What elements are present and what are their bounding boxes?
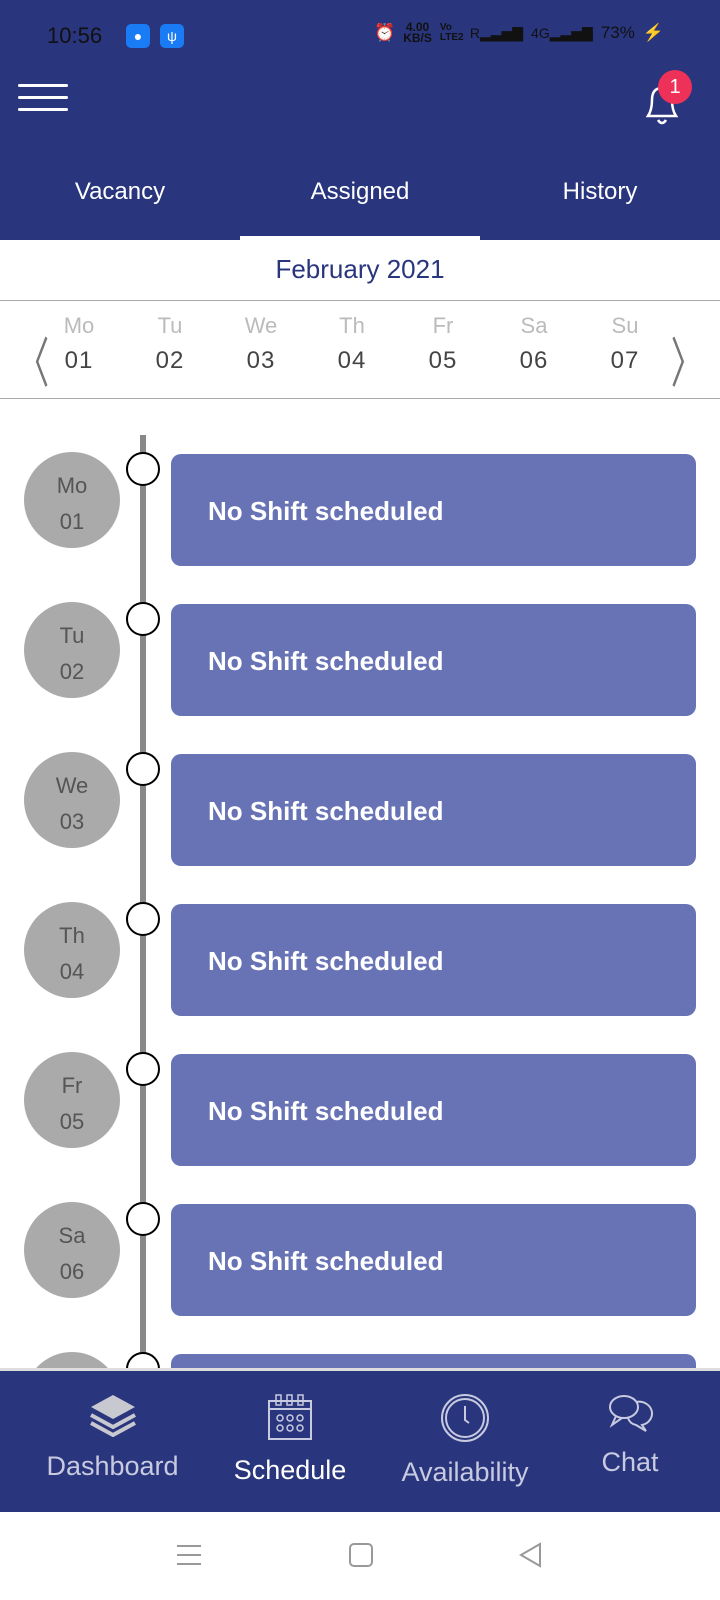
- signal-icon: R▂▃▅▇: [469, 24, 524, 41]
- clock-icon: [441, 1394, 489, 1442]
- usb-icon: ψ: [160, 24, 184, 48]
- alarm-icon: ⏰: [374, 23, 396, 42]
- week-day-name: Th: [339, 313, 365, 338]
- notification-badge: 1: [658, 70, 692, 104]
- timeline-item: Fr 05 No Shift scheduled: [0, 1052, 720, 1167]
- nav-dashboard[interactable]: Dashboard: [20, 1371, 205, 1515]
- tab-vacancy[interactable]: Vacancy: [0, 178, 240, 206]
- back-icon[interactable]: [518, 1542, 544, 1568]
- day-circle-number: 05: [59, 1109, 85, 1134]
- net-speed: 4.00 KB/S: [403, 21, 432, 45]
- timeline-item: Mo 01 No Shift scheduled: [0, 452, 720, 567]
- day-circle: Th 04: [24, 902, 120, 998]
- day-circle-number: 02: [59, 659, 85, 684]
- day-circle-name: We: [55, 773, 89, 798]
- day-circle-name: Mo: [56, 473, 88, 498]
- nav-availability-label: Availability: [401, 1457, 529, 1487]
- next-week-chevron-icon[interactable]: 〉: [671, 319, 703, 398]
- tab-history[interactable]: History: [480, 178, 720, 206]
- timeline-node: [126, 452, 160, 486]
- week-day[interactable]: Mo 01: [44, 313, 114, 375]
- day-circle-number: 03: [59, 809, 85, 834]
- timeline-node: [126, 1202, 160, 1236]
- nav-schedule[interactable]: Schedule: [210, 1371, 370, 1515]
- shift-card[interactable]: No Shift scheduled: [171, 754, 696, 866]
- week-day-number: 07: [610, 347, 640, 374]
- day-circle-name: Th: [59, 923, 85, 948]
- app-header: 1 Vacancy Assigned History: [0, 70, 720, 241]
- week-strip: 〈 〉 Mo 01 Tu 02 We 03 Th 04 Fr 05 Sa 06 Su 07: [0, 301, 720, 399]
- status-time: 10:56: [47, 23, 103, 48]
- shift-card[interactable]: No Shift scheduled: [171, 1204, 696, 1316]
- android-icon: ●: [126, 24, 150, 48]
- week-day-number: 05: [428, 347, 458, 374]
- system-navigation-bar: [0, 1512, 720, 1600]
- timeline-item: Tu 02 No Shift scheduled: [0, 602, 720, 717]
- nav-dashboard-label: Dashboard: [46, 1451, 179, 1481]
- battery-level: 73%: [600, 23, 635, 42]
- speed-unit: KB/S: [403, 31, 432, 45]
- timeline-node: [126, 1052, 160, 1086]
- month-label: February 2021: [0, 240, 720, 301]
- day-circle: Fr 05: [24, 1052, 120, 1148]
- day-circle-number: 01: [59, 509, 85, 534]
- chat-icon: [609, 1395, 653, 1432]
- timeline-node: [126, 752, 160, 786]
- layers-icon: [89, 1395, 136, 1437]
- week-day-number: 04: [337, 347, 367, 374]
- shift-card[interactable]: No Shift scheduled: [171, 604, 696, 716]
- week-day-number: 03: [246, 347, 276, 374]
- week-day[interactable]: Tu 02: [135, 313, 205, 375]
- timeline-node: [126, 602, 160, 636]
- nav-availability[interactable]: Availability: [385, 1371, 545, 1515]
- day-circle: Tu 02: [24, 602, 120, 698]
- week-day-number: 06: [519, 347, 549, 374]
- tab-assigned[interactable]: Assigned: [240, 178, 480, 206]
- day-circle-name: Tu: [59, 623, 85, 648]
- day-circle-name: Fr: [61, 1073, 83, 1098]
- timeline-item: Th 04 No Shift scheduled: [0, 902, 720, 1017]
- shift-card[interactable]: No Shift scheduled: [171, 904, 696, 1016]
- nav-chat-label: Chat: [601, 1447, 659, 1477]
- day-circle-name: Sa: [58, 1223, 86, 1248]
- shift-card[interactable]: No Shift scheduled: [171, 454, 696, 566]
- week-day-number: 02: [155, 347, 185, 374]
- day-circle-number: 06: [59, 1259, 85, 1284]
- signal-4g-icon: 4G▂▃▅▇: [531, 24, 593, 41]
- week-day[interactable]: We 03: [226, 313, 296, 375]
- recent-apps-icon[interactable]: [176, 1542, 202, 1568]
- day-circle: We 03: [24, 752, 120, 848]
- week-day-name: Su: [611, 313, 639, 338]
- timeline-item: We 03 No Shift scheduled: [0, 752, 720, 867]
- volte-indicator: Vo LTE2: [439, 22, 464, 43]
- day-circle: Mo 01: [24, 452, 120, 548]
- week-day-name: Mo: [63, 313, 95, 338]
- bottom-navigation: Dashboard Schedule Availability Chat: [0, 1368, 720, 1512]
- week-day-name: We: [244, 313, 278, 338]
- week-day-name: Sa: [520, 313, 548, 338]
- shift-card[interactable]: No Shift scheduled: [171, 1054, 696, 1166]
- timeline-item: Sa 06 No Shift scheduled: [0, 1202, 720, 1317]
- nav-chat[interactable]: Chat: [570, 1371, 690, 1515]
- week-day[interactable]: Th 04: [317, 313, 387, 375]
- week-day-number: 01: [64, 347, 94, 374]
- week-day-name: Fr: [432, 313, 454, 338]
- charging-icon: ⚡: [642, 23, 664, 42]
- home-icon[interactable]: [348, 1542, 374, 1568]
- nav-schedule-label: Schedule: [233, 1455, 347, 1485]
- week-day-name: Tu: [157, 313, 183, 338]
- week-day[interactable]: Fr 05: [408, 313, 478, 375]
- timeline-node: [126, 902, 160, 936]
- status-bar: 10:56 ● ψ ⏰ 4.00 KB/S Vo LTE2 R▂▃▅▇ 4G▂▃▅…: [0, 0, 720, 70]
- hamburger-menu-icon[interactable]: [18, 75, 68, 119]
- day-circle: Sa 06: [24, 1202, 120, 1298]
- day-circle-number: 04: [59, 959, 85, 984]
- week-day[interactable]: Su 07: [590, 313, 660, 375]
- week-day[interactable]: Sa 06: [499, 313, 569, 375]
- calendar-icon: [268, 1394, 312, 1440]
